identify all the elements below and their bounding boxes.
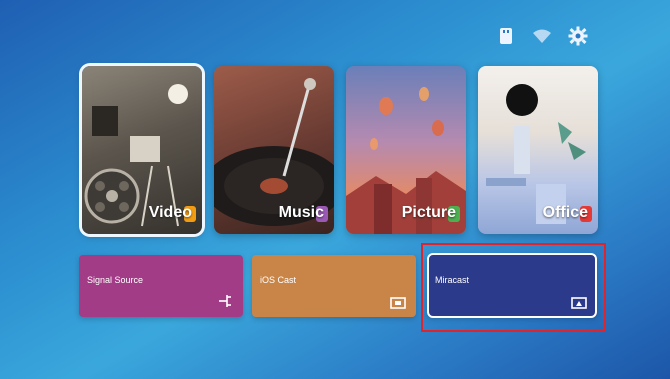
video-card[interactable]: Video (82, 66, 202, 234)
settings-gear-icon[interactable] (568, 26, 588, 46)
office-label: Office (542, 204, 588, 221)
input-source-icon (217, 293, 233, 311)
office-card[interactable]: Office (478, 66, 598, 234)
annotation-highlight-box (421, 243, 606, 332)
ios-cast-tile[interactable]: iOS Cast (252, 255, 416, 317)
ios-cast-label: iOS Cast (260, 275, 297, 285)
picture-card[interactable]: Picture (346, 66, 466, 234)
signal-source-label: Signal Source (87, 275, 144, 285)
screen-cast-icon (390, 297, 406, 311)
signal-source-tile[interactable]: Signal Source (79, 255, 243, 317)
music-label: Music (278, 204, 324, 221)
home-screen: Video Music Picture Office Signal Source… (0, 0, 670, 379)
wifi-icon[interactable] (532, 26, 552, 46)
music-card[interactable]: Music (214, 66, 334, 234)
picture-label: Picture (401, 204, 456, 221)
video-label: Video (148, 204, 192, 221)
status-bar (496, 26, 588, 46)
usb-drive-icon (496, 26, 516, 46)
